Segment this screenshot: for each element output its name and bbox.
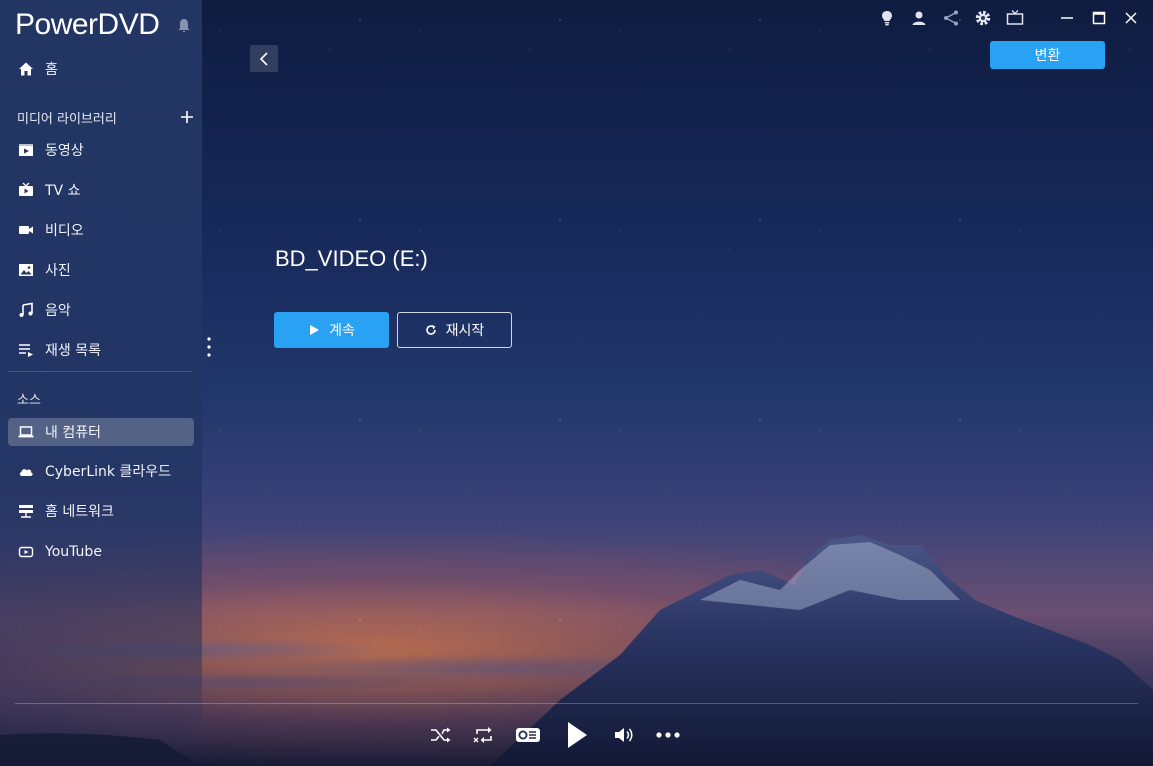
- lightbulb-icon[interactable]: [878, 9, 896, 27]
- user-icon[interactable]: [910, 9, 928, 27]
- subtitle-icon: [516, 728, 540, 742]
- tv-mode-icon[interactable]: [1006, 9, 1024, 27]
- sidebar-item-cyberlink-cloud[interactable]: CyberLink 클라우드: [8, 457, 194, 485]
- youtube-icon: [18, 546, 34, 558]
- shuffle-icon: [431, 727, 451, 743]
- sidebar-item-movies[interactable]: 동영상: [8, 136, 194, 164]
- laptop-icon: [18, 426, 34, 438]
- back-button[interactable]: [250, 45, 278, 72]
- sidebar-item-photos[interactable]: 사진: [8, 256, 194, 284]
- sidebar-item-label: 내 컴퓨터: [45, 425, 101, 441]
- restart-button[interactable]: 재시작: [397, 312, 512, 348]
- tv-show-icon: [19, 182, 33, 196]
- sidebar-item-tv-shows[interactable]: TV 쇼: [8, 176, 194, 204]
- sidebar-item-label: 음악: [45, 303, 71, 319]
- movie-icon: [19, 144, 33, 156]
- more-button[interactable]: [655, 723, 681, 747]
- resume-label: 계속: [329, 323, 355, 339]
- music-note-icon: [19, 302, 33, 317]
- sidebar-item-youtube[interactable]: YouTube: [8, 538, 194, 566]
- minimize-icon[interactable]: [1058, 9, 1076, 27]
- chevron-left-icon: [259, 51, 268, 66]
- sidebar-item-label: YouTube: [45, 544, 102, 560]
- photo-icon: [19, 264, 33, 276]
- sidebar-item-label: CyberLink 클라우드: [45, 464, 171, 480]
- restart-label: 재시작: [445, 323, 485, 339]
- convert-button[interactable]: 변환: [990, 41, 1105, 69]
- progress-bar[interactable]: [15, 703, 1138, 704]
- sidebar-item-music[interactable]: 음악: [8, 296, 194, 324]
- close-icon[interactable]: [1122, 9, 1140, 27]
- sidebar-item-label: 비디오: [45, 223, 84, 239]
- sidebar-item-label: 홈 네트워크: [45, 504, 114, 520]
- shuffle-button[interactable]: [429, 723, 453, 747]
- repeat-button[interactable]: [472, 723, 496, 747]
- add-library-icon[interactable]: [180, 110, 194, 124]
- repeat-icon: [473, 727, 492, 743]
- volume-icon: [615, 728, 633, 742]
- play-button[interactable]: [562, 719, 592, 751]
- sidebar-item-home-network[interactable]: 홈 네트워크: [8, 497, 194, 525]
- network-icon: [19, 505, 33, 518]
- source-header: 소스: [17, 393, 41, 408]
- more-icon: [656, 732, 680, 738]
- play-icon: [568, 722, 587, 748]
- playlist-icon: [19, 344, 33, 357]
- disc-title: BD_VIDEO (E:): [275, 246, 428, 271]
- sidebar-item-label: 홈: [45, 62, 58, 78]
- sidebar-divider: [8, 371, 192, 372]
- maximize-icon[interactable]: [1090, 9, 1108, 27]
- play-triangle-icon: [310, 325, 320, 335]
- sidebar-item-my-computer[interactable]: 내 컴퓨터: [8, 418, 194, 446]
- app-title: PowerDVD: [15, 8, 160, 41]
- resume-button[interactable]: 계속: [274, 312, 389, 348]
- cloud-icon: [19, 469, 33, 476]
- sidebar-item-home[interactable]: 홈: [8, 55, 194, 83]
- bell-icon[interactable]: [177, 18, 191, 34]
- sidebar-item-label: 사진: [45, 263, 71, 279]
- restart-icon: [425, 325, 436, 335]
- subtitle-button[interactable]: [514, 723, 542, 747]
- sidebar-item-label: TV 쇼: [45, 183, 81, 199]
- share-icon[interactable]: [942, 9, 960, 27]
- sidebar-item-label: 재생 목록: [45, 343, 101, 359]
- sidebar-item-label: 동영상: [45, 143, 84, 159]
- sidebar: PowerDVD 홈 미디어 라이브러리 동영상 TV 쇼 비디오 사진 음악 …: [0, 0, 202, 766]
- home-icon: [19, 62, 33, 76]
- sidebar-item-videos[interactable]: 비디오: [8, 216, 194, 244]
- volume-button[interactable]: [612, 723, 636, 747]
- media-library-header: 미디어 라이브러리: [17, 112, 117, 127]
- gear-icon[interactable]: [974, 9, 992, 27]
- sidebar-item-playlists[interactable]: 재생 목록: [8, 336, 194, 364]
- video-camera-icon: [19, 226, 33, 234]
- sidebar-resize-handle[interactable]: [207, 336, 211, 360]
